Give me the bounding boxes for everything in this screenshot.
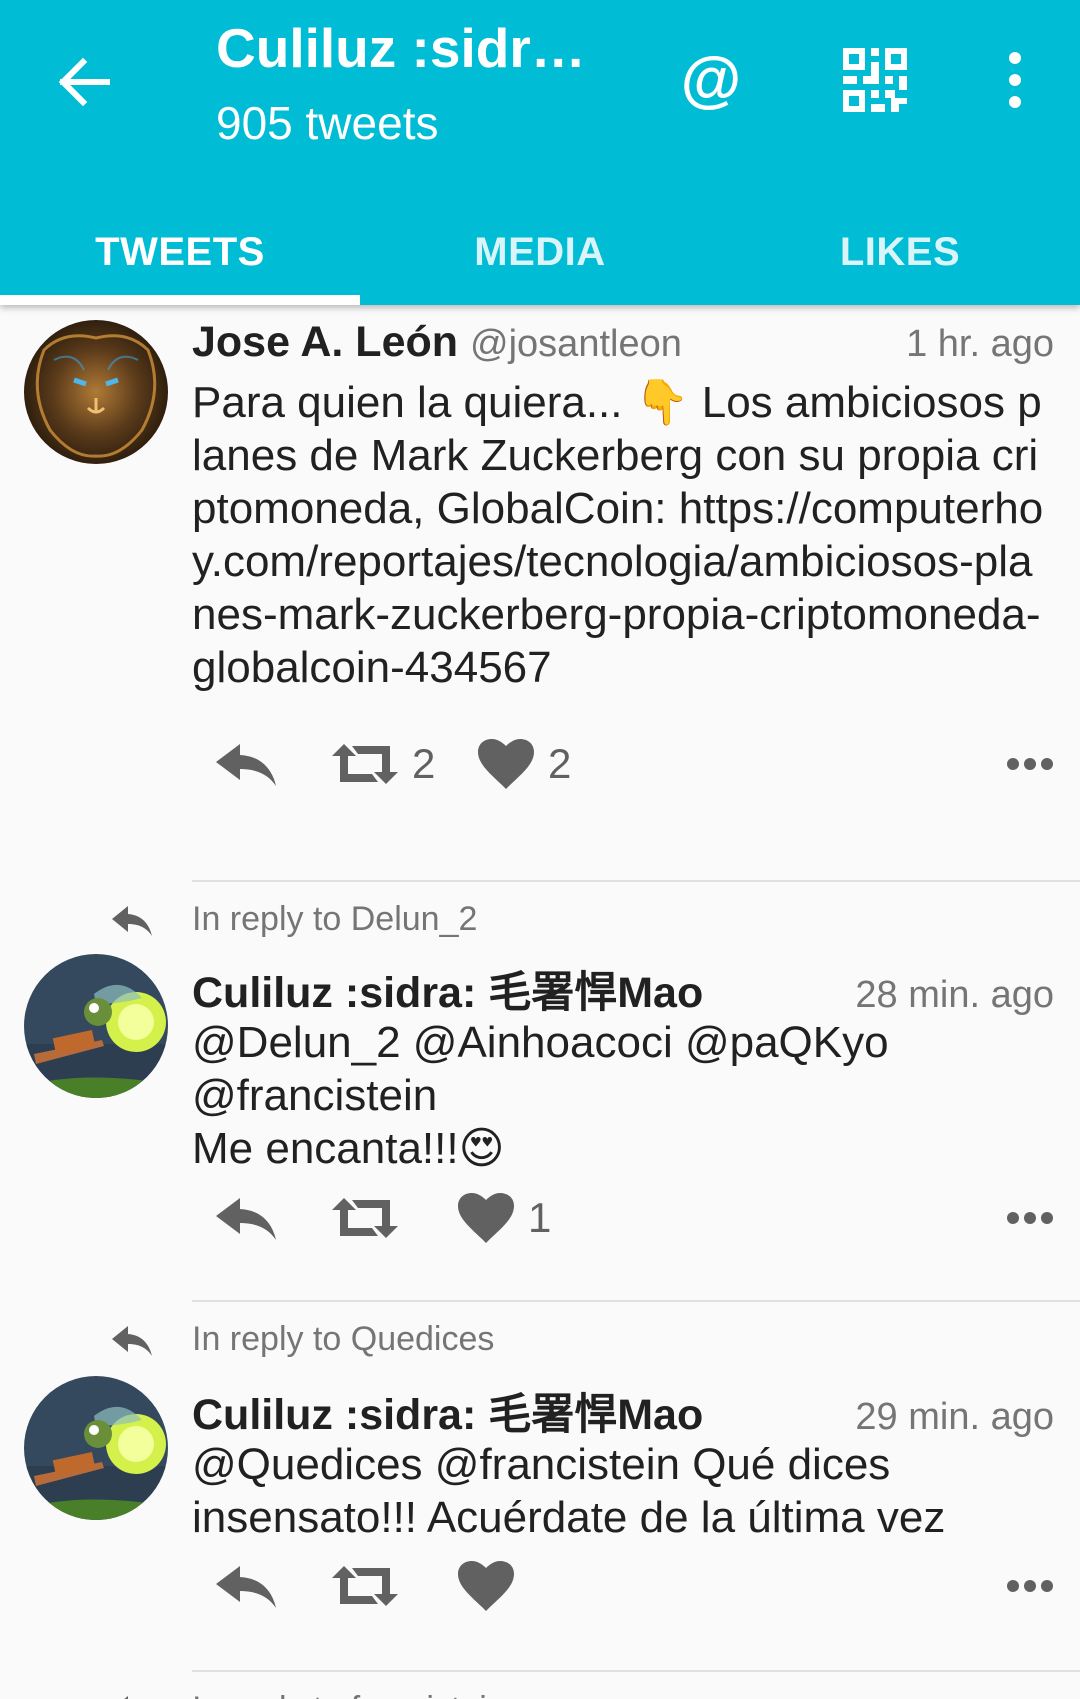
- reply-button[interactable]: [214, 732, 278, 796]
- more-horiz-icon: [1007, 758, 1053, 770]
- tweet-item[interactable]: Jose A. León @josantleon 1 hr. ago Para …: [0, 306, 1080, 886]
- tab-likes[interactable]: LIKES: [720, 200, 1080, 305]
- reply-to-label[interactable]: In reply to Quedices: [192, 1320, 494, 1359]
- qr-code-icon[interactable]: [843, 48, 907, 112]
- retweet-button[interactable]: 2: [332, 732, 435, 796]
- divider: [192, 1300, 1080, 1302]
- tweet-count: 905 tweets: [216, 97, 439, 149]
- heart-icon: [458, 1561, 514, 1611]
- tab-tweets[interactable]: TWEETS: [0, 200, 360, 305]
- more-vert-icon[interactable]: [995, 48, 1035, 112]
- tweet-time: 28 min. ago: [855, 974, 1054, 1016]
- reply-icon: [216, 1198, 276, 1240]
- author-name[interactable]: Culiluz :sidra: 毛署悍Mao: [192, 958, 703, 1020]
- tab-indicator: [0, 295, 360, 305]
- reply-button[interactable]: [214, 1554, 278, 1618]
- tweet-item[interactable]: In reply to Delun_2 Culiluz :sidra: 毛署悍M…: [0, 886, 1080, 1306]
- back-arrow-icon[interactable]: [52, 50, 116, 114]
- avatar[interactable]: [24, 320, 168, 464]
- reply-to-label[interactable]: In reply to francistein: [192, 1690, 506, 1699]
- divider: [192, 1670, 1080, 1672]
- tab-tweets-label: TWEETS: [95, 230, 265, 274]
- more-options-button[interactable]: [1006, 1186, 1054, 1250]
- more-horiz-icon: [1007, 1580, 1053, 1592]
- more-options-button[interactable]: [1006, 732, 1054, 796]
- avatar[interactable]: [24, 1376, 168, 1520]
- retweet-button[interactable]: [332, 1186, 412, 1250]
- like-count: 1: [528, 1194, 552, 1241]
- author-handle[interactable]: @josantleon: [470, 323, 682, 366]
- tweet-actions: [192, 1554, 1054, 1618]
- like-button[interactable]: [458, 1554, 528, 1618]
- author-name[interactable]: Culiluz :sidra: 毛署悍Mao: [192, 1380, 703, 1442]
- tab-media-label: MEDIA: [474, 230, 606, 274]
- tweet-actions: 1: [192, 1186, 1054, 1250]
- like-button[interactable]: 1: [458, 1186, 551, 1250]
- tab-media[interactable]: MEDIA: [360, 200, 720, 305]
- avatar[interactable]: [24, 954, 168, 1098]
- retweet-count: 2: [412, 740, 436, 787]
- more-options-button[interactable]: [1006, 1554, 1054, 1618]
- mention-icon[interactable]: @: [676, 44, 746, 114]
- reply-icon: [216, 1566, 276, 1608]
- app-bar: Culiluz :sidr… 905 tweets @ TWEETS MEDIA…: [0, 0, 1080, 305]
- reply-indicator-icon: [112, 906, 152, 936]
- tab-bar: TWEETS MEDIA LIKES: [0, 200, 1080, 305]
- retweet-button[interactable]: [332, 1554, 412, 1618]
- divider: [192, 880, 1080, 882]
- reply-to-label[interactable]: In reply to Delun_2: [192, 900, 477, 939]
- retweet-icon: [332, 1566, 398, 1606]
- retweet-icon: [332, 1198, 398, 1238]
- tweet-text[interactable]: @Quedices @francistein Qué dices insensa…: [192, 1438, 1050, 1544]
- reply-button[interactable]: [214, 1186, 278, 1250]
- tweet-actions: 2 2: [192, 732, 1054, 796]
- like-count: 2: [548, 740, 572, 787]
- heart-icon: [478, 739, 534, 789]
- reply-indicator-icon: [124, 1696, 128, 1699]
- tweet-item[interactable]: In reply to Quedices Culiluz :sidra: 毛署悍…: [0, 1306, 1080, 1676]
- reply-icon: [216, 744, 276, 786]
- tab-likes-label: LIKES: [839, 230, 961, 274]
- author-name[interactable]: Jose A. León: [192, 318, 458, 367]
- page-title: Culiluz :sidr…: [216, 17, 586, 79]
- like-button[interactable]: 2: [478, 732, 571, 796]
- tweet-time: 29 min. ago: [855, 1396, 1054, 1438]
- more-horiz-icon: [1007, 1212, 1053, 1224]
- tweet-text[interactable]: Para quien la quiera... 👇 Los ambiciosos…: [192, 376, 1050, 694]
- tweet-text[interactable]: @Delun_2 @Ainhoacoci @paQKyo @francistei…: [192, 1016, 1050, 1175]
- reply-indicator-icon: [112, 1326, 152, 1356]
- heart-icon: [458, 1193, 514, 1243]
- tweet-time: 1 hr. ago: [906, 323, 1054, 365]
- retweet-icon: [332, 744, 398, 784]
- tweet-item[interactable]: In reply to francistein: [0, 1676, 1080, 1699]
